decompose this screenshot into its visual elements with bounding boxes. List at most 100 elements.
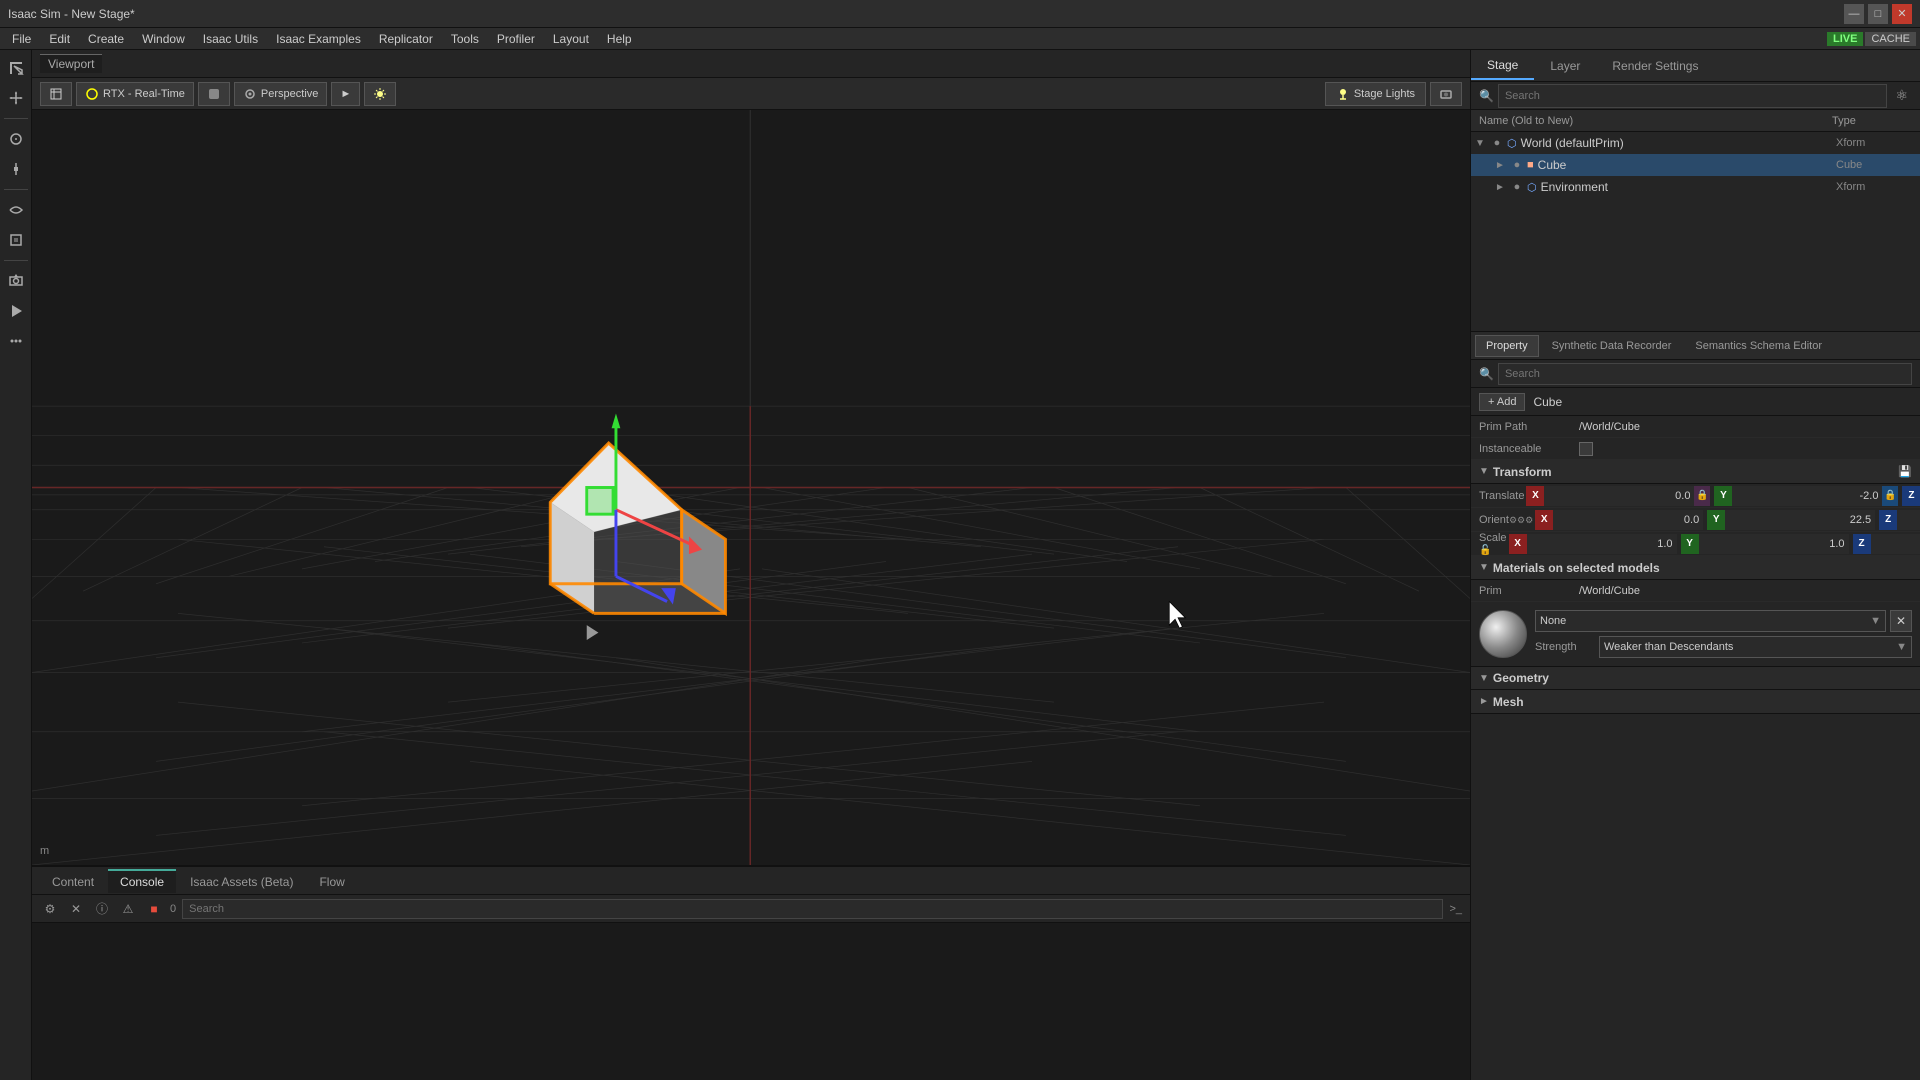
- menu-edit[interactable]: Edit: [41, 30, 78, 48]
- scale-tool-button[interactable]: [2, 155, 30, 183]
- camera-next-button[interactable]: ►: [331, 82, 360, 106]
- camera-view-button[interactable]: [1430, 82, 1462, 106]
- prop-tab-property[interactable]: Property: [1475, 335, 1539, 357]
- camera-button[interactable]: Perspective: [234, 82, 327, 106]
- instanceable-label: Instanceable: [1479, 443, 1579, 455]
- scale-y-input[interactable]: [1699, 534, 1849, 554]
- add-property-button[interactable]: + Add: [1479, 393, 1525, 411]
- renderer-button[interactable]: RTX - Real-Time: [76, 82, 194, 106]
- menu-isaac-examples[interactable]: Isaac Examples: [268, 30, 369, 48]
- bottom-content: [32, 923, 1470, 1080]
- toolbar-sep-2: [4, 189, 28, 190]
- console-search-input[interactable]: [182, 899, 1443, 919]
- scale-z-input[interactable]: [1871, 534, 1920, 554]
- tree-item-world[interactable]: ▼ ● ⬡ World (defaultPrim) Xform: [1471, 132, 1920, 154]
- material-value: None: [1540, 615, 1566, 627]
- orient-x-input[interactable]: [1553, 510, 1703, 530]
- filter-button[interactable]: ⚙: [40, 899, 60, 919]
- tree-item-cube[interactable]: ► ● ■ Cube Cube: [1471, 154, 1920, 176]
- strength-dropdown[interactable]: Weaker than Descendants ▼: [1599, 636, 1912, 658]
- translate-y-lock[interactable]: 🔒: [1882, 486, 1898, 506]
- tab-flow[interactable]: Flow: [307, 869, 356, 893]
- visibility-icon-cube[interactable]: ●: [1509, 159, 1525, 171]
- headlight-button[interactable]: [364, 82, 396, 106]
- orient-x-field: X: [1535, 510, 1703, 530]
- menu-profiler[interactable]: Profiler: [489, 30, 543, 48]
- stage-search-input[interactable]: [1498, 84, 1887, 108]
- menu-create[interactable]: Create: [80, 30, 132, 48]
- renderer-label: RTX - Real-Time: [103, 88, 185, 100]
- property-search-input[interactable]: [1498, 363, 1912, 385]
- transform-section-header[interactable]: ▼ Transform 💾: [1471, 460, 1920, 484]
- menu-layout[interactable]: Layout: [545, 30, 597, 48]
- instanceable-row: Instanceable: [1471, 438, 1920, 460]
- prop-tab-synthetic[interactable]: Synthetic Data Recorder: [1541, 335, 1683, 357]
- menu-replicator[interactable]: Replicator: [371, 30, 441, 48]
- menu-file[interactable]: File: [4, 30, 39, 48]
- select-tool-button[interactable]: [2, 54, 30, 82]
- tab-content[interactable]: Content: [40, 869, 106, 893]
- material-clear-button[interactable]: ✕: [1890, 610, 1912, 632]
- clear-button[interactable]: ✕: [66, 899, 86, 919]
- tab-isaac-assets[interactable]: Isaac Assets (Beta): [178, 869, 305, 893]
- tab-stage[interactable]: Stage: [1471, 52, 1534, 80]
- tree-item-label-env: Environment: [1541, 180, 1836, 194]
- stage-filter-button[interactable]: ⚛: [1891, 87, 1912, 104]
- translate-x-lock[interactable]: 🔒: [1694, 486, 1710, 506]
- tab-console[interactable]: Console: [108, 869, 176, 893]
- translate-label: Translate: [1479, 490, 1524, 502]
- instanceable-checkbox[interactable]: [1579, 442, 1593, 456]
- camera-tool-button[interactable]: [2, 267, 30, 295]
- minimize-button[interactable]: —: [1844, 4, 1864, 24]
- more-tools-button[interactable]: [2, 327, 30, 355]
- add-label: Add: [1497, 396, 1517, 408]
- menu-isaac-utils[interactable]: Isaac Utils: [195, 30, 266, 48]
- render-mode-button[interactable]: [198, 82, 230, 106]
- tab-render-settings[interactable]: Render Settings: [1596, 53, 1714, 79]
- snap-tool-button[interactable]: [2, 196, 30, 224]
- material-dropdown[interactable]: None ▼: [1535, 610, 1886, 632]
- geometry-section-header[interactable]: ▼ Geometry: [1471, 666, 1920, 690]
- transform-tool-button[interactable]: [2, 226, 30, 254]
- z-axis-tag: Z: [1902, 486, 1920, 506]
- window-controls[interactable]: — □ ✕: [1844, 4, 1912, 24]
- mesh-section-label: Mesh: [1493, 695, 1524, 709]
- tab-layer[interactable]: Layer: [1534, 53, 1596, 79]
- translate-y-input[interactable]: [1732, 486, 1882, 506]
- menu-help[interactable]: Help: [599, 30, 640, 48]
- orient-label: Orient⚙⚙⚙: [1479, 514, 1533, 526]
- tree-columns: Name (Old to New) Type: [1471, 110, 1920, 132]
- info-button[interactable]: ⓘ: [92, 899, 112, 919]
- mesh-section-header[interactable]: ► Mesh: [1471, 690, 1920, 714]
- x-axis-tag: X: [1526, 486, 1544, 506]
- menu-window[interactable]: Window: [134, 30, 193, 48]
- y-axis-tag: Y: [1714, 486, 1732, 506]
- viewport-canvas[interactable]: m: [32, 110, 1470, 865]
- orient-z-input[interactable]: [1897, 510, 1920, 530]
- scale-x-input[interactable]: [1527, 534, 1677, 554]
- tree-item-type-world: Xform: [1836, 137, 1916, 149]
- rotate-tool-button[interactable]: [2, 125, 30, 153]
- cache-status: CACHE: [1865, 32, 1916, 46]
- tree-item-environment[interactable]: ► ● ⬡ Environment Xform: [1471, 176, 1920, 198]
- stage-lights-button[interactable]: Stage Lights: [1325, 82, 1426, 106]
- materials-section-header[interactable]: ▼ Materials on selected models: [1471, 556, 1920, 580]
- visibility-icon[interactable]: ●: [1489, 137, 1505, 149]
- move-tool-button[interactable]: [2, 84, 30, 112]
- warning-button[interactable]: ⚠: [118, 899, 138, 919]
- visibility-icon-env[interactable]: ●: [1509, 181, 1525, 193]
- menu-tools[interactable]: Tools: [443, 30, 487, 48]
- geometry-arrow-icon: ▼: [1479, 673, 1489, 684]
- maximize-button[interactable]: □: [1868, 4, 1888, 24]
- translate-x-input[interactable]: [1544, 486, 1694, 506]
- materials-arrow-icon: ▼: [1479, 562, 1489, 573]
- play-button[interactable]: [2, 297, 30, 325]
- error-button[interactable]: ■: [144, 899, 164, 919]
- viewport-settings-button[interactable]: [40, 82, 72, 106]
- prop-tab-semantics[interactable]: Semantics Schema Editor: [1684, 335, 1833, 357]
- expand-icon-cube: ►: [1495, 160, 1507, 171]
- close-button[interactable]: ✕: [1892, 4, 1912, 24]
- transform-action[interactable]: 💾: [1898, 465, 1912, 478]
- tree-item-label-cube: Cube: [1538, 158, 1836, 172]
- orient-y-input[interactable]: [1725, 510, 1875, 530]
